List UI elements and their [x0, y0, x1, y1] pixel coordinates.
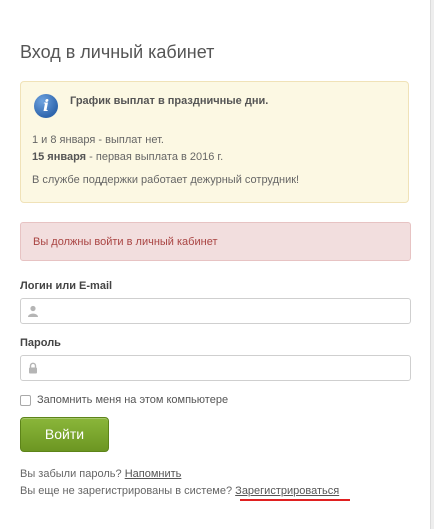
user-icon [28, 305, 38, 317]
info-icon: i [34, 94, 58, 118]
notice-line-2: 15 января - первая выплата в 2016 г. [32, 151, 223, 163]
notice-line-1: 1 и 8 января - выплат нет. [32, 134, 164, 146]
highlight-underline [240, 499, 350, 501]
notice-line-2-text: - первая выплата в 2016 г. [86, 151, 224, 163]
register-line: Вы еще не зарегистрированы в системе? За… [20, 485, 339, 497]
username-input[interactable] [43, 301, 403, 321]
username-field[interactable] [20, 298, 411, 324]
remind-link[interactable]: Напомнить [125, 468, 182, 480]
login-panel: Вход в личный кабинет i График выплат в … [0, 0, 431, 529]
username-label: Логин или E-mail [20, 280, 113, 292]
login-button[interactable]: Войти [20, 417, 109, 452]
notice-date: 15 января [32, 151, 87, 163]
password-label: Пароль [20, 337, 61, 349]
forgot-password-line: Вы забыли пароль? Напомнить [20, 468, 181, 480]
holiday-notice: i График выплат в праздничные дни. 1 и 8… [20, 81, 409, 203]
notice-line-3: В службе поддержки работает дежурный сот… [32, 174, 300, 186]
lock-icon [29, 362, 37, 374]
notice-heading: График выплат в праздничные дни. [70, 95, 269, 107]
login-required-alert: Вы должны войти в личный кабинет [20, 222, 411, 261]
forgot-password-text: Вы забыли пароль? [20, 468, 125, 480]
password-field[interactable] [20, 355, 411, 381]
password-input[interactable] [43, 358, 403, 378]
register-text: Вы еще не зарегистрированы в системе? [20, 485, 236, 497]
remember-label[interactable]: Запомнить меня на этом компьютере [37, 394, 228, 406]
page-title: Вход в личный кабинет [20, 42, 215, 62]
remember-checkbox[interactable] [20, 395, 31, 406]
register-link[interactable]: Зарегистрироваться [235, 485, 339, 497]
